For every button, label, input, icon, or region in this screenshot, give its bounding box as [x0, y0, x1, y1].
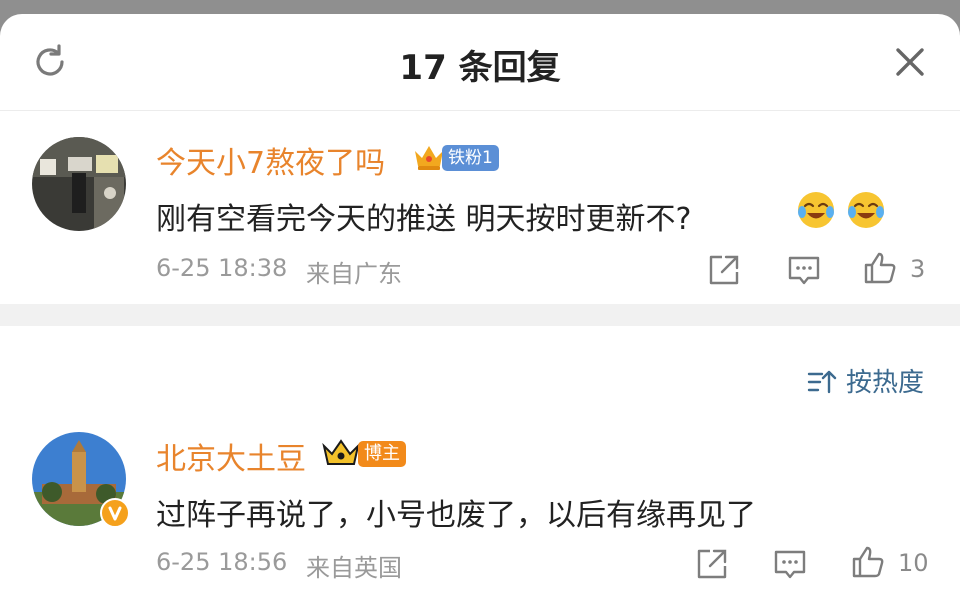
like-icon[interactable] [862, 250, 898, 286]
comment-icon[interactable] [772, 546, 808, 582]
verified-icon [108, 506, 122, 521]
section-divider [0, 304, 960, 326]
verified-badge [100, 498, 130, 528]
replies-sheet: 17 条回复 今天小7熬夜了吗 铁粉1 刚有空看完今天的推送 明天按时更新不? … [0, 14, 960, 608]
fan-badge: 铁粉1 [442, 145, 499, 171]
laughing-crying-emoji [848, 192, 884, 228]
comment-text: 过阵子再说了，小号也废了，以后有缘再见了 [156, 498, 756, 533]
comment-icon[interactable] [786, 252, 822, 288]
laughing-crying-emoji [798, 192, 834, 228]
like-count: 10 [898, 549, 929, 577]
crown-icon [322, 439, 360, 465]
comment-date: 6-25 18:38 [156, 254, 288, 282]
comment-location: 来自广东 [306, 260, 402, 288]
sheet-header: 17 条回复 [0, 14, 960, 111]
sort-label: 按热度 [846, 368, 925, 398]
comment-text: 刚有空看完今天的推送 明天按时更新不? [156, 202, 692, 237]
comment-location: 来自英国 [306, 554, 402, 582]
like-count: 3 [910, 255, 926, 283]
username[interactable]: 今天小7熬夜了吗 [156, 138, 385, 182]
crown-icon [415, 146, 443, 170]
like-icon[interactable] [850, 544, 886, 580]
avatar[interactable] [32, 137, 126, 231]
share-icon[interactable] [706, 252, 742, 288]
blogger-badge: 博主 [358, 441, 406, 467]
comment-date: 6-25 18:56 [156, 548, 288, 576]
username[interactable]: 北京大土豆 [156, 434, 306, 478]
close-icon[interactable] [892, 44, 928, 80]
share-icon[interactable] [694, 546, 730, 582]
page-title: 17 条回复 [399, 48, 561, 88]
sort-icon [807, 370, 837, 394]
